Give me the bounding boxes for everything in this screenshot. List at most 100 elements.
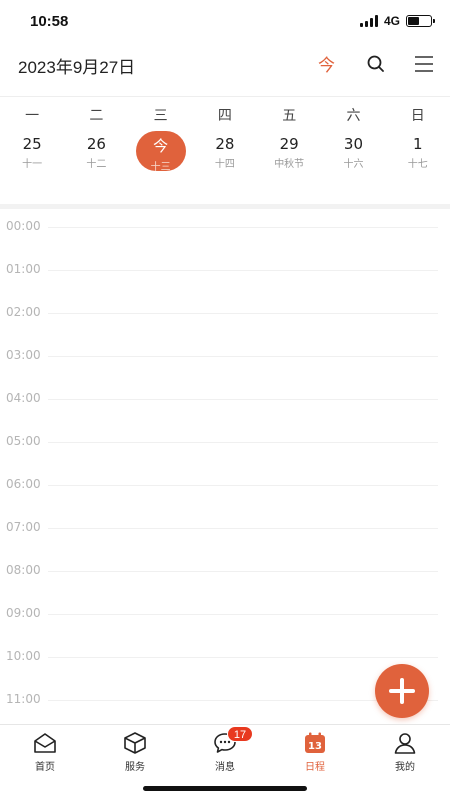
- day-number: 25: [22, 135, 42, 153]
- weekday-label: 一: [25, 108, 40, 124]
- menu-button[interactable]: [412, 52, 436, 76]
- lunar-date: 十六: [343, 159, 364, 170]
- hour-label: 04:00: [6, 391, 41, 405]
- hour-label: 07:00: [6, 520, 41, 534]
- hour-label: 10:00: [6, 649, 41, 663]
- hour-label: 02:00: [6, 305, 41, 319]
- status-bar: 10:58 4G: [0, 0, 450, 44]
- tab-messages-label: 消息: [215, 762, 235, 773]
- hour-slot[interactable]: 06:00: [0, 470, 450, 513]
- hour-gridline: [48, 657, 438, 658]
- tab-home[interactable]: 首页: [0, 725, 90, 776]
- hour-slot[interactable]: 03:00: [0, 341, 450, 384]
- day-number: 28: [215, 135, 235, 153]
- day-cell[interactable]: 28 十四: [193, 131, 257, 179]
- unread-message-badge: 17: [227, 726, 253, 742]
- day-number: 30: [343, 135, 363, 153]
- hour-slot[interactable]: 04:00: [0, 384, 450, 427]
- plus-icon: [389, 678, 415, 704]
- day-cell[interactable]: 25 十一: [0, 131, 64, 179]
- day-cell[interactable]: 30 十六: [321, 131, 385, 179]
- mail-open-icon: [34, 733, 56, 753]
- hour-label: 01:00: [6, 262, 41, 276]
- lunar-date: 十一: [22, 159, 43, 170]
- hour-slot[interactable]: 00:00: [0, 212, 450, 255]
- hour-slot[interactable]: 08:00: [0, 556, 450, 599]
- hour-gridline: [48, 528, 438, 529]
- hour-gridline: [48, 227, 438, 228]
- tab-services[interactable]: 服务: [90, 725, 180, 776]
- hour-label: 03:00: [6, 348, 41, 362]
- calendar-icon-day: 13: [308, 741, 322, 752]
- hour-label: 00:00: [6, 219, 41, 233]
- battery-icon: [406, 15, 435, 27]
- home-indicator[interactable]: [143, 786, 307, 791]
- hour-gridline: [48, 356, 438, 357]
- hour-gridline: [48, 614, 438, 615]
- hour-slot[interactable]: 05:00: [0, 427, 450, 470]
- tab-profile[interactable]: 我的: [360, 725, 450, 776]
- calendar-header: 2023年9月27日 今: [0, 44, 450, 88]
- hour-slot[interactable]: 02:00: [0, 298, 450, 341]
- weekday-label: 五: [282, 108, 297, 124]
- hour-slot[interactable]: 09:00: [0, 599, 450, 642]
- day-number: 1: [412, 135, 423, 153]
- day-cell[interactable]: 26 十二: [64, 131, 128, 179]
- hamburger-menu-icon: [415, 56, 433, 72]
- hour-gridline: [48, 442, 438, 443]
- weekday-header-row: 一二三四五六日: [0, 105, 450, 127]
- add-event-button[interactable]: [375, 664, 429, 718]
- lunar-date: 中秋节: [274, 159, 305, 170]
- day-timeline[interactable]: 00:00 01:00 02:00 03:00 04:00 05:00 06:00 07:00…: [0, 212, 450, 724]
- day-cell[interactable]: 1 十七: [386, 131, 450, 179]
- calendar-icon: 13: [305, 732, 325, 753]
- status-indicators: 4G: [359, 14, 435, 28]
- current-date-title[interactable]: 2023年9月27日: [18, 53, 135, 78]
- week-strip: 一 二 三 四 五 六 日 25 十一 26 十二 今十三 28 十四 29 中秋节 30 十六 1 十七: [0, 96, 450, 206]
- hour-label: 06:00: [6, 477, 41, 491]
- hour-label: 08:00: [6, 563, 41, 577]
- tab-schedule[interactable]: 13 日程: [270, 725, 360, 776]
- hour-gridline: [48, 313, 438, 314]
- hour-gridline: [48, 571, 438, 572]
- weekday-label: 二: [89, 108, 104, 124]
- day-number: 26: [86, 135, 106, 153]
- hour-label: 11:00: [6, 692, 41, 706]
- weekday-label: 日: [410, 108, 425, 124]
- hour-label: 09:00: [6, 606, 41, 620]
- hour-slot[interactable]: 07:00: [0, 513, 450, 556]
- lunar-date: 十二: [86, 159, 107, 170]
- box-icon: [124, 732, 146, 754]
- lunar-date: 十七: [407, 159, 428, 170]
- hour-gridline: [48, 270, 438, 271]
- person-icon: [394, 733, 416, 754]
- weekday-label: 四: [217, 108, 232, 124]
- tab-services-label: 服务: [125, 762, 145, 773]
- weekday-label: 三: [153, 108, 168, 124]
- day-cell-today[interactable]: 今十三: [129, 131, 193, 179]
- tab-profile-label: 我的: [395, 762, 415, 773]
- day-cell[interactable]: 29 中秋节: [257, 131, 321, 179]
- bottom-tab-bar: 首页 服务 17 消息 13 日程 我的: [0, 724, 450, 776]
- tab-home-label: 首页: [35, 762, 55, 773]
- week-date-row: 25 十一 26 十二 今十三 28 十四 29 中秋节 30 十六 1 十七: [0, 131, 450, 179]
- lunar-date: 十三: [150, 162, 171, 173]
- weekday-label: 六: [346, 108, 361, 124]
- tab-messages[interactable]: 17 消息: [180, 725, 270, 776]
- hour-slot[interactable]: 01:00: [0, 255, 450, 298]
- hour-gridline: [48, 399, 438, 400]
- day-number: 29: [279, 135, 299, 153]
- today-button[interactable]: 今: [318, 51, 335, 76]
- hour-label: 05:00: [6, 434, 41, 448]
- week-divider: [0, 204, 450, 209]
- search-icon: [367, 55, 384, 72]
- battery-level: [408, 17, 419, 25]
- day-number: 今: [153, 137, 169, 155]
- network-type: 4G: [383, 14, 400, 28]
- status-time: 10:58: [30, 13, 69, 30]
- lunar-date: 十四: [214, 159, 235, 170]
- tab-schedule-label: 日程: [305, 762, 325, 773]
- search-button[interactable]: [364, 52, 388, 76]
- hour-gridline: [48, 485, 438, 486]
- signal-icon: [359, 15, 378, 27]
